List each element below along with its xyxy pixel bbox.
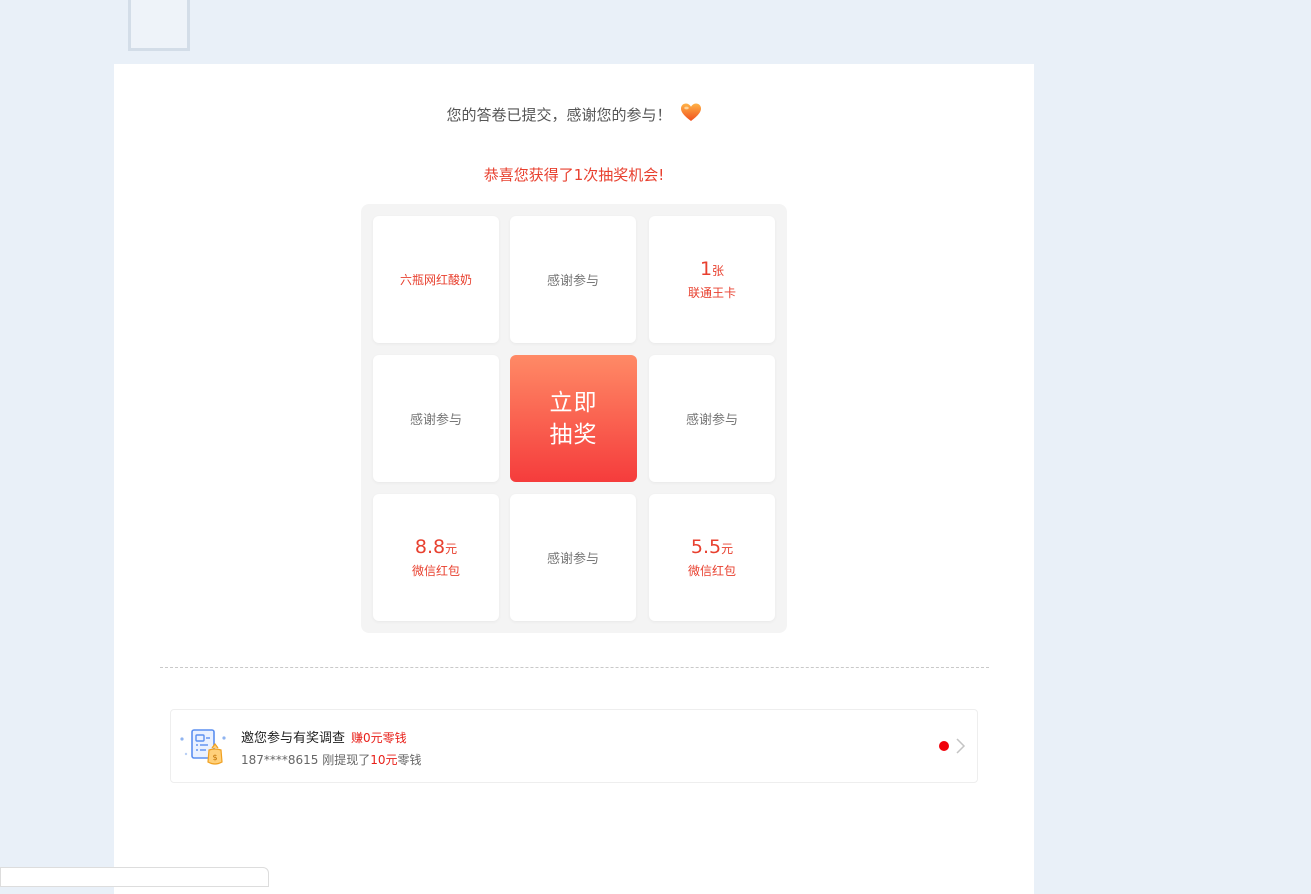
prize-amount: 8.8元 — [414, 536, 458, 558]
notification-dot — [939, 741, 949, 751]
withdraw-notice: 187****8615 刚提现了10元零钱 — [241, 753, 422, 767]
bottom-floating-tab[interactable] — [0, 867, 269, 887]
thanks-text: 您的答卷已提交，感谢您的参与！ — [446, 106, 672, 124]
prize-cell-thanks-2: 感谢参与 — [373, 355, 499, 482]
congrats-message: 恭喜您获得了1次抽奖机会! — [483, 166, 665, 184]
prize-cell-redpacket-5-5: 5.5元 微信红包 — [649, 494, 775, 621]
logo-placeholder — [128, 0, 190, 51]
prize-amount: 1张 — [699, 258, 725, 280]
thanks-label: 感谢参与 — [546, 552, 599, 567]
thanks-label: 感谢参与 — [409, 413, 462, 428]
prize-label: 六瓶网红酸奶 — [399, 273, 472, 287]
survey-document-icon: $ — [179, 724, 229, 770]
thanks-message: 您的答卷已提交，感谢您的参与！ — [114, 102, 1034, 126]
prize-cell-redpacket-8-8: 8.8元 微信红包 — [373, 494, 499, 621]
thanks-label: 感谢参与 — [685, 413, 738, 428]
prize-cell-thanks-1: 感谢参与 — [510, 216, 636, 343]
prize-label: 微信红包 — [687, 564, 736, 578]
survey-title: 邀您参与有奖调查 赚0元零钱 — [241, 731, 407, 746]
prize-label: 联通王卡 — [687, 286, 736, 300]
prize-amount: 5.5元 — [690, 536, 734, 558]
draw-now-button[interactable]: 立即 抽奖 — [510, 355, 637, 482]
svg-text:$: $ — [212, 753, 217, 762]
lottery-grid: 六瓶网红酸奶 感谢参与 1张 联通王卡 感谢参与 立即 抽奖 感谢参与 8.8元 … — [361, 204, 787, 633]
prize-cell-sim-card: 1张 联通王卡 — [649, 216, 775, 343]
prize-cell-thanks-4: 感谢参与 — [510, 494, 636, 621]
survey-invite-banner[interactable]: $ 邀您参与有奖调查 赚0元零钱 187****8615 刚提现了10元零钱 — [170, 709, 978, 783]
dashed-divider — [160, 667, 989, 668]
chevron-right-icon[interactable] — [955, 737, 967, 759]
prize-cell-yogurt: 六瓶网红酸奶 — [373, 216, 499, 343]
prize-label: 微信红包 — [411, 564, 460, 578]
result-card: 您的答卷已提交，感谢您的参与！ 恭喜您获得了1次抽奖机会! 六瓶网红酸奶 感谢参… — [114, 64, 1034, 894]
earn-badge: 赚0元零钱 — [351, 731, 407, 745]
prize-cell-thanks-3: 感谢参与 — [649, 355, 775, 482]
thanks-label: 感谢参与 — [546, 274, 599, 289]
heart-icon — [680, 102, 702, 126]
